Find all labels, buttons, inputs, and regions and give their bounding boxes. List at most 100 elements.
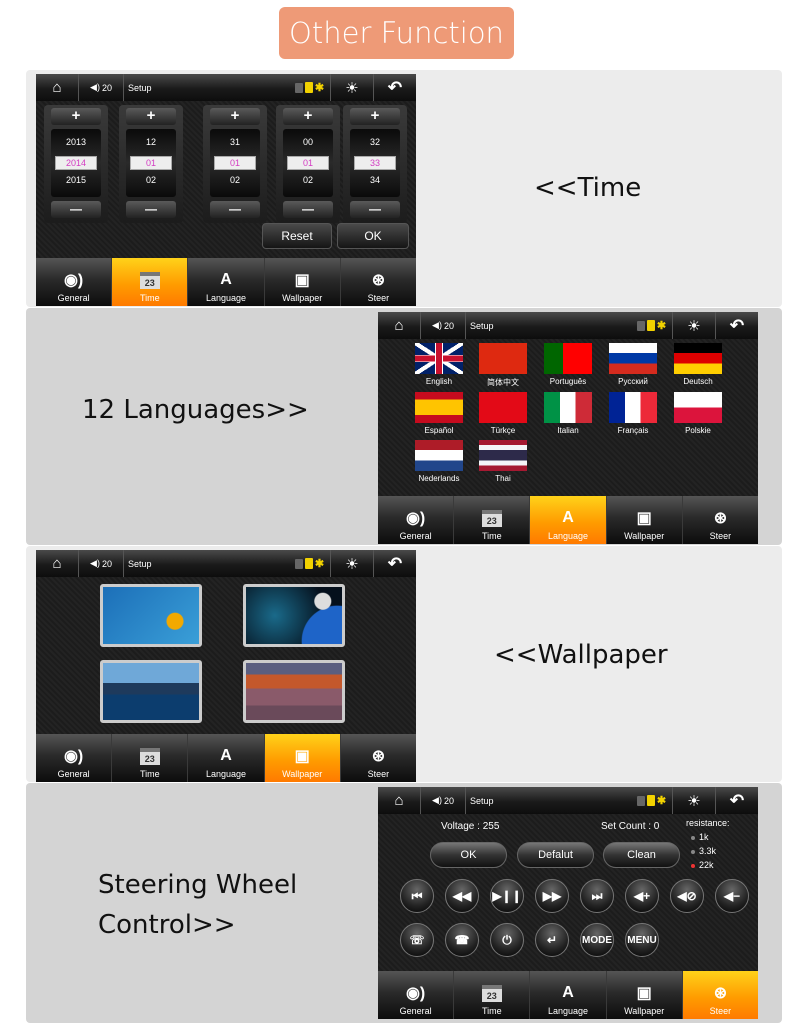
tab-time[interactable]: 23 Time bbox=[112, 734, 189, 782]
flag-polskie[interactable] bbox=[674, 392, 722, 423]
increment-button[interactable]: + bbox=[51, 108, 101, 125]
flag-chinese[interactable] bbox=[479, 343, 527, 374]
wallpaper-lake-castle-night[interactable] bbox=[100, 660, 202, 723]
increment-button[interactable]: + bbox=[126, 108, 176, 125]
value-drum[interactable]: 12 01 02 bbox=[126, 129, 176, 197]
wallpaper-cartoon-bear[interactable] bbox=[100, 584, 202, 647]
decrement-button[interactable]: — bbox=[126, 201, 176, 218]
home-button[interactable]: ⌂ bbox=[378, 312, 421, 339]
flag-trke[interactable] bbox=[479, 392, 527, 423]
flag-portugus[interactable] bbox=[544, 343, 592, 374]
tab-steer[interactable]: ⊛ Steer bbox=[341, 734, 416, 782]
tab-general[interactable]: ◉) General bbox=[36, 258, 113, 306]
answer-call-button[interactable]: ☏ bbox=[400, 923, 434, 957]
radio-icon[interactable] bbox=[691, 863, 695, 868]
value-drum[interactable]: 32 33 34 bbox=[350, 129, 400, 197]
tab-wallpaper[interactable]: ▣ Wallpaper bbox=[607, 971, 683, 1019]
bluetooth-icon: ✱ bbox=[314, 558, 325, 570]
increment-button[interactable]: + bbox=[210, 108, 260, 125]
tab-label: Time bbox=[481, 531, 502, 541]
tab-wallpaper[interactable]: ▣ Wallpaper bbox=[607, 496, 683, 544]
tab-time[interactable]: 23 Time bbox=[454, 971, 531, 1019]
volume-button[interactable]: ◀) 20 bbox=[79, 74, 124, 101]
clean-button[interactable]: Clean bbox=[603, 842, 680, 868]
brightness-button[interactable]: ☀ bbox=[673, 787, 716, 814]
brightness-button[interactable]: ☀ bbox=[673, 312, 716, 339]
value-drum[interactable]: 31 01 02 bbox=[210, 129, 260, 197]
default-button[interactable]: Defalut bbox=[517, 842, 594, 868]
back-button[interactable]: ↶ bbox=[716, 312, 758, 339]
tab-language[interactable]: A Language bbox=[530, 496, 607, 544]
next-track-button[interactable]: ⏭ bbox=[580, 879, 614, 913]
radio-icon[interactable] bbox=[691, 835, 695, 840]
menu-button[interactable]: MENU bbox=[625, 923, 659, 957]
back-button[interactable]: ↶ bbox=[374, 74, 416, 101]
flag-italian[interactable] bbox=[544, 392, 592, 423]
selected-value: 01 bbox=[214, 156, 256, 170]
tab-steer[interactable]: ⊛ Steer bbox=[683, 496, 758, 544]
tab-language[interactable]: A Language bbox=[188, 734, 265, 782]
tab-general[interactable]: ◉) General bbox=[378, 971, 455, 1019]
enter-button[interactable]: ↵ bbox=[535, 923, 569, 957]
usb-icon bbox=[304, 558, 313, 569]
hang-up-button[interactable]: ☎ bbox=[445, 923, 479, 957]
play-pause-button[interactable]: ▶❙❙ bbox=[490, 879, 524, 913]
home-button[interactable]: ⌂ bbox=[36, 74, 79, 101]
tab-time[interactable]: 23 Time bbox=[454, 496, 531, 544]
home-button[interactable]: ⌂ bbox=[36, 550, 79, 577]
flag-thai[interactable] bbox=[479, 440, 527, 471]
reset-button[interactable]: Reset bbox=[262, 223, 332, 249]
mode-button[interactable]: MODE bbox=[580, 923, 614, 957]
value-drum[interactable]: 00 01 02 bbox=[283, 129, 333, 197]
flag-franais[interactable] bbox=[609, 392, 657, 423]
tab-general[interactable]: ◉) General bbox=[378, 496, 455, 544]
volume-button[interactable]: ◀) 20 bbox=[79, 550, 124, 577]
resistance-option[interactable]: 1k bbox=[691, 832, 709, 842]
tab-wallpaper[interactable]: ▣ Wallpaper bbox=[264, 734, 341, 782]
flag-espaol[interactable] bbox=[415, 392, 463, 423]
prev-track-button[interactable]: ⏮ bbox=[400, 879, 434, 913]
decrement-button[interactable]: — bbox=[51, 201, 101, 218]
decrement-button[interactable]: — bbox=[283, 201, 333, 218]
increment-button[interactable]: + bbox=[350, 108, 400, 125]
rewind-button[interactable]: ◀◀ bbox=[445, 879, 479, 913]
tab-language[interactable]: A Language bbox=[188, 258, 265, 306]
mute-button[interactable]: ◀⊘ bbox=[670, 879, 704, 913]
volume-down-button[interactable]: ◀− bbox=[715, 879, 749, 913]
prev-value: 32 bbox=[369, 137, 380, 147]
back-button[interactable]: ↶ bbox=[374, 550, 416, 577]
volume-up-button[interactable]: ◀+ bbox=[625, 879, 659, 913]
flag-chinese[interactable] bbox=[609, 343, 657, 374]
steering-wheel-icon: ⊛ bbox=[371, 272, 386, 289]
tab-language[interactable]: A Language bbox=[530, 971, 607, 1019]
resistance-option[interactable]: 22k bbox=[691, 860, 714, 870]
volume-button[interactable]: ◀) 20 bbox=[421, 312, 466, 339]
ok-button[interactable]: OK bbox=[430, 842, 507, 868]
tab-steer[interactable]: ⊛ Steer bbox=[341, 258, 416, 306]
fast-forward-button[interactable]: ▶▶ bbox=[535, 879, 569, 913]
resistance-option[interactable]: 3.3k bbox=[691, 846, 716, 856]
increment-button[interactable]: + bbox=[283, 108, 333, 125]
tab-time[interactable]: 23 Time bbox=[112, 258, 189, 306]
tab-wallpaper[interactable]: ▣ Wallpaper bbox=[265, 258, 341, 306]
tab-general[interactable]: ◉) General bbox=[36, 734, 113, 782]
value-drum[interactable]: 2013 2014 2015 bbox=[51, 129, 101, 197]
wallpaper-space-planet[interactable] bbox=[243, 584, 345, 647]
brightness-button[interactable]: ☀ bbox=[331, 550, 374, 577]
rss-icon: ◉) bbox=[405, 985, 426, 1002]
volume-button[interactable]: ◀) 20 bbox=[421, 787, 466, 814]
wallpaper-screen: ⌂ ◀) 20 Setup ✱ ☀ ↶ ◉) General 23 Time A Language ▣ Wa… bbox=[36, 550, 416, 782]
back-button[interactable]: ↶ bbox=[716, 787, 758, 814]
ok-button[interactable]: OK bbox=[337, 223, 409, 249]
flag-deutsch[interactable] bbox=[674, 343, 722, 374]
decrement-button[interactable]: — bbox=[210, 201, 260, 218]
home-button[interactable]: ⌂ bbox=[378, 787, 421, 814]
power-button[interactable]: ⏻ bbox=[490, 923, 524, 957]
radio-icon[interactable] bbox=[691, 849, 695, 854]
wallpaper-mountain-lake-sunset[interactable] bbox=[243, 660, 345, 723]
brightness-button[interactable]: ☀ bbox=[331, 74, 374, 101]
flag-nederlands[interactable] bbox=[415, 440, 463, 471]
tab-steer[interactable]: ⊛ Steer bbox=[682, 971, 758, 1019]
flag-english[interactable] bbox=[415, 343, 463, 374]
decrement-button[interactable]: — bbox=[350, 201, 400, 218]
